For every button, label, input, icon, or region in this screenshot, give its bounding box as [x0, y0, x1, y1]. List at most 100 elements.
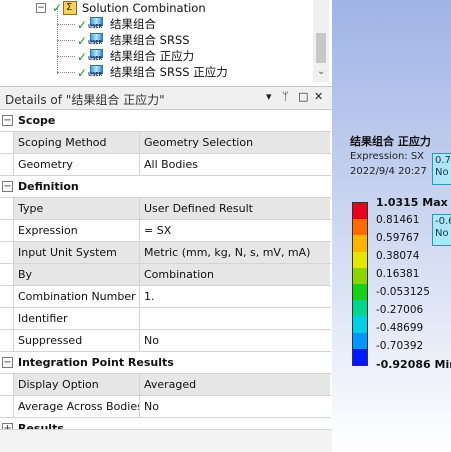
row-gutter [0, 242, 14, 263]
tree-node-result[interactable]: ✓ USER 结果组合 SRSS [0, 32, 310, 48]
legend-tick-label: -0.27006 [376, 304, 424, 316]
row-gutter [0, 330, 14, 351]
legend-color-band [353, 267, 367, 285]
maximize-icon[interactable]: □ [298, 90, 308, 103]
details-header: Details of "结果组合 正应力" ▾ ᛘ □ ✕ [0, 86, 332, 110]
section-label: Scope [18, 114, 56, 127]
property-value[interactable]: No [140, 330, 330, 351]
user-defined-result-icon: USER [88, 33, 104, 47]
property-row[interactable]: Suppressed No [0, 330, 331, 352]
check-icon: ✓ [77, 34, 88, 48]
probe-label[interactable]: -0.6 No [432, 214, 451, 246]
property-value[interactable]: Averaged [140, 374, 330, 395]
row-gutter [0, 374, 14, 395]
section-header[interactable]: − Scope [0, 110, 331, 132]
section-header[interactable]: − Definition [0, 176, 331, 198]
probe-label[interactable]: 0.7 No [432, 153, 451, 185]
collapse-icon[interactable]: − [2, 357, 13, 368]
pin-icon[interactable]: ᛘ [282, 90, 289, 103]
details-empty-area [0, 429, 332, 452]
graphics-viewport[interactable]: 结果组合 正应力 Expression: SX 2022/9/4 20:27 0… [332, 0, 451, 451]
user-defined-result-icon: USER [88, 17, 104, 31]
tree-node-label: 结果组合 [110, 17, 156, 31]
property-row[interactable]: By Combination [0, 264, 331, 286]
probe-value: 0.7 [435, 155, 451, 166]
property-row[interactable]: Geometry All Bodies [0, 154, 331, 176]
tree-node-result[interactable]: ✓ USER 结果组合 正应力 [0, 48, 310, 64]
property-value[interactable]: 1. [140, 286, 330, 307]
tree-node-label: 结果组合 正应力 [110, 49, 195, 63]
details-panel: Details of "结果组合 正应力" ▾ ᛘ □ ✕ − Scope Scop… [0, 86, 332, 452]
property-name: Expression [14, 220, 140, 241]
collapse-icon[interactable]: − [2, 181, 13, 192]
dropdown-icon[interactable]: ▾ [266, 90, 272, 103]
outline-tree: − ✓ Solution Combination ✓ USER 结果组合 ✓ U… [0, 0, 332, 82]
collapse-icon[interactable]: − [36, 3, 46, 13]
legend-color-band [353, 316, 367, 334]
property-row[interactable]: Input Unit System Metric (mm, kg, N, s, m… [0, 242, 331, 264]
check-icon: ✓ [77, 66, 88, 80]
legend-tick-label: 0.59767 [376, 232, 420, 244]
tree-node-result[interactable]: ✓ USER 结果组合 [0, 16, 310, 32]
legend-tick-label: 0.38074 [376, 250, 420, 262]
property-name: By [14, 264, 140, 285]
tree-node-label: Solution Combination [82, 1, 206, 15]
details-grid: − Scope Scoping Method Geometry Selection Ge… [0, 110, 331, 440]
scroll-down-icon[interactable]: ⌄ [317, 66, 325, 77]
check-icon: ✓ [52, 1, 63, 15]
user-defined-result-icon: USER [88, 65, 104, 79]
row-gutter [0, 154, 14, 175]
property-name: Input Unit System [14, 242, 140, 263]
row-gutter [0, 396, 14, 417]
property-row[interactable]: Identifier [0, 308, 331, 330]
legend-tick-label: -0.48699 [376, 322, 424, 334]
legend-tick-label: 0.81461 [376, 214, 420, 226]
property-name: Combination Number [14, 286, 140, 307]
property-name: Type [14, 198, 140, 219]
close-icon[interactable]: ✕ [314, 90, 323, 103]
property-row[interactable]: Average Across Bodies No [0, 396, 331, 418]
legend-tick-label: -0.053125 [376, 286, 430, 298]
property-value[interactable] [140, 308, 330, 329]
section-label: Definition [18, 180, 79, 193]
scrollbar-thumb[interactable] [316, 33, 326, 63]
property-name: Average Across Bodies [14, 396, 140, 417]
legend-color-band [353, 300, 367, 317]
property-value[interactable]: Combination [140, 264, 330, 285]
property-value[interactable]: No [140, 396, 330, 417]
property-row[interactable]: Type User Defined Result [0, 198, 331, 220]
legend-tick-label: 1.0315 Max [376, 196, 448, 209]
legend-colorbar [352, 202, 368, 366]
row-gutter [0, 132, 14, 153]
probe-node: No [435, 228, 449, 239]
property-value[interactable]: User Defined Result [140, 198, 330, 219]
tree-node-solution-combination[interactable]: − ✓ Solution Combination [0, 0, 310, 16]
user-defined-result-icon: USER [88, 49, 104, 63]
property-row[interactable]: Display Option Averaged [0, 374, 331, 396]
property-value[interactable]: Metric (mm, kg, N, s, mV, mA) [140, 242, 330, 263]
property-value[interactable]: All Bodies [140, 154, 330, 175]
row-gutter [0, 220, 14, 241]
property-value[interactable]: = SX [140, 220, 330, 241]
check-icon: ✓ [77, 18, 88, 32]
legend-expression: Expression: SX [350, 151, 425, 162]
section-header[interactable]: − Integration Point Results [0, 352, 331, 374]
solution-combination-icon [63, 0, 77, 16]
legend-color-band [353, 348, 367, 366]
property-name: Scoping Method [14, 132, 140, 153]
property-value[interactable]: Geometry Selection [140, 132, 330, 153]
tree-node-label: 结果组合 SRSS [110, 33, 190, 47]
property-row[interactable]: Scoping Method Geometry Selection [0, 132, 331, 154]
collapse-icon[interactable]: − [2, 115, 13, 126]
legend-color-band [353, 235, 367, 253]
property-row[interactable]: Combination Number 1. [0, 286, 331, 308]
property-row[interactable]: Expression = SX [0, 220, 331, 242]
tree-node-result[interactable]: ✓ USER 结果组合 SRSS 正应力 [0, 64, 310, 80]
property-name: Display Option [14, 374, 140, 395]
legend-color-band [353, 251, 367, 269]
probe-node: No [435, 167, 449, 178]
tree-node-label: 结果组合 SRSS 正应力 [110, 65, 228, 79]
legend-tick-label: -0.70392 [376, 340, 424, 352]
section-label: Integration Point Results [18, 356, 174, 369]
tree-scrollbar[interactable]: ⌄ [313, 0, 329, 82]
